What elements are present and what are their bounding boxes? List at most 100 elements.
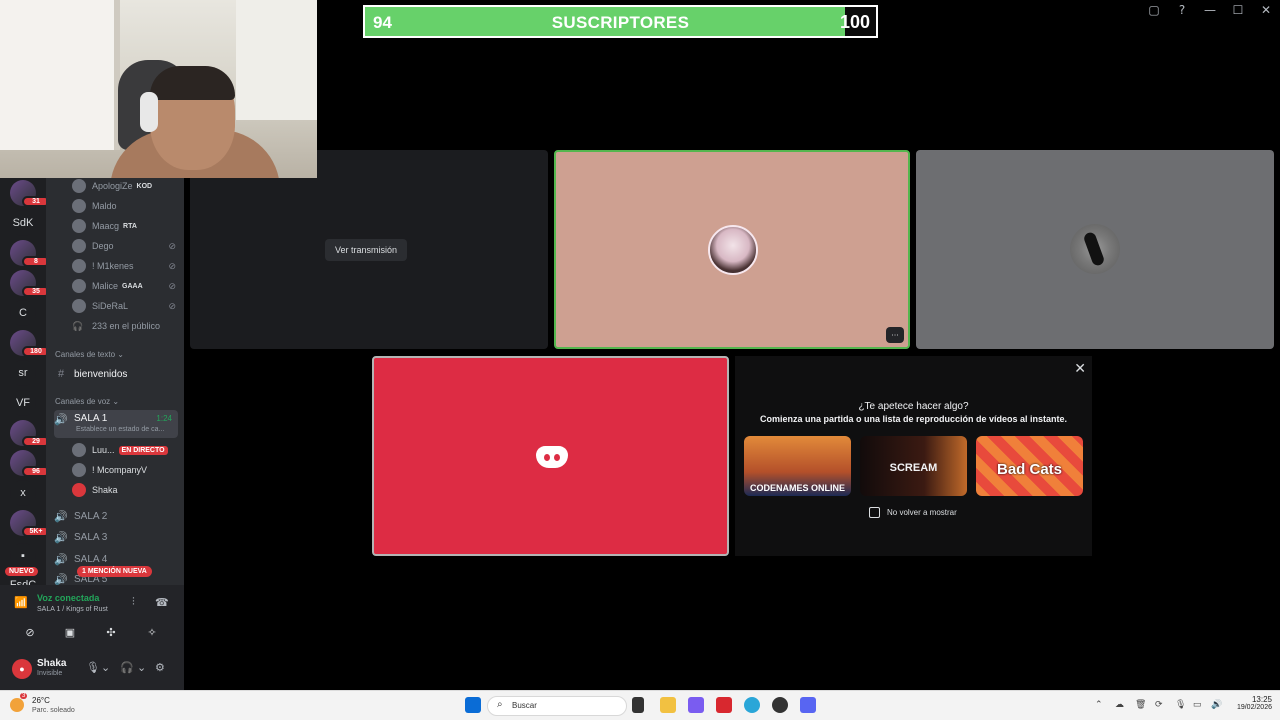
server-icon[interactable]: C [10,300,36,326]
voice-channel-status[interactable]: Establece un estado de ca... [76,426,164,433]
game-card-scream[interactable]: SCREAM [860,436,967,496]
mic-tray-icon[interactable]: 🎙 [1175,699,1186,710]
trash-icon[interactable]: 🗑 [1135,699,1146,710]
avatar [72,259,86,273]
webcam-person-hair [150,66,235,100]
member-name: ApologiZe [92,181,133,191]
maximize-button[interactable]: ☐ [1224,3,1252,17]
watch-stream-button[interactable]: Ver transmisión [325,239,408,261]
inbox-icon[interactable]: ▢ [1140,3,1168,17]
copilot-icon[interactable] [688,697,704,713]
chevron-down-icon[interactable]: ⌄ [137,661,146,674]
participant-tile-grey[interactable] [916,150,1274,349]
office-icon[interactable] [716,697,732,713]
avatar [72,279,86,293]
headphones-icon[interactable]: 🎧 [120,661,134,674]
voice-category-header[interactable]: Canales de voz ⌄ [55,397,119,406]
audience-count[interactable]: 🎧 233 en el público [72,318,182,334]
live-badge: EN DIRECTO [118,445,168,455]
participant-tile-discord[interactable] [372,356,729,556]
stage-member[interactable]: Maldo [72,198,182,214]
participant-avatar [1070,224,1120,274]
voice-channel-sala-3[interactable]: 🔊 SALA 3 [54,527,178,547]
server-icon[interactable]: sr [10,360,36,386]
more-options-button[interactable]: ··· [886,327,904,343]
voice-member-3[interactable]: Shaka [72,481,182,499]
signal-icon[interactable]: 📶 [14,596,28,609]
activities-button[interactable]: ✣ [93,623,129,641]
disconnect-icon[interactable]: ☎ [155,596,169,609]
minimize-button[interactable]: — [1196,3,1224,17]
stage-member[interactable]: ApologiZe KOD [72,178,182,194]
close-icon[interactable]: ✕ [1074,360,1086,377]
weather-temperature: 26°C [32,696,50,705]
close-window-button[interactable]: ✕ [1252,3,1280,17]
settings-gear-icon[interactable]: ⚙ [155,661,165,674]
game-card-bad-cats[interactable]: Bad Cats [976,436,1083,496]
muted-mic-icon: ⊘ [168,260,176,271]
stage-member[interactable]: Malice GAAA ⊘ [72,278,182,294]
participant-tile-pink[interactable]: ··· [554,150,910,349]
server-icon[interactable]: VF [10,390,36,416]
stream-tile[interactable]: Ver transmisión [190,150,548,349]
edge-icon[interactable] [744,697,760,713]
avatar [72,463,86,477]
user-name[interactable]: Shaka [37,658,66,669]
windows-start-icon[interactable] [465,697,481,713]
monitor-icon[interactable]: ▭ [1193,699,1202,710]
chevron-down-icon[interactable]: ⌄ [101,661,110,674]
discord-taskbar-icon[interactable] [800,697,816,713]
server-icon[interactable]: SdK [10,210,36,236]
voice-connected-title[interactable]: Voz conectada [37,593,99,603]
network-icon[interactable]: ☁ [1115,699,1124,710]
speaker-icon: 🔊 [54,553,68,566]
weather-badge: 3 [20,693,28,699]
voice-member-2[interactable]: ! McompanyV [72,461,182,479]
activities-description: Comienza una partida o una lista de repr… [759,414,1068,424]
taskbar-clock[interactable]: 13:25 19/02/2026 [1237,695,1272,711]
task-view-icon[interactable] [632,697,644,713]
voice-connected-channel[interactable]: SALA 1 / Kings of Rust [37,606,108,613]
avatar [72,239,86,253]
new-mention-badge[interactable]: 1 MENCIÓN NUEVA [77,566,152,577]
file-explorer-icon[interactable] [660,697,676,713]
speaker-icon: 🔊 [54,531,68,544]
help-icon[interactable]: ? [1168,3,1196,17]
avatar [72,179,86,193]
weather-description: Parc. soleado [32,707,75,714]
taskbar-search[interactable]: ⌕ Buscar [487,696,627,716]
game-card-codenames[interactable]: CODENAMES ONLINE [744,436,851,496]
voice-member-1[interactable]: Luu... EN DIRECTO [72,441,182,459]
stage-member[interactable]: ! M1kenes ⊘ [72,258,182,274]
user-avatar[interactable]: ● [12,659,32,679]
channel-bienvenidos[interactable]: # bienvenidos [54,364,178,384]
dont-show-label[interactable]: No volver a mostrar [887,508,957,517]
microphone-icon[interactable]: 🎙 [86,661,100,674]
subscriber-label: SUSCRIPTORES [551,13,690,32]
voice-channel-sala-2[interactable]: 🔊 SALA 2 [54,506,178,526]
chrome-icon[interactable] [772,697,788,713]
stage-member[interactable]: Maacg RTA [72,218,182,234]
muted-mic-icon: ⊘ [168,300,176,311]
channel-sidebar: ApologiZe KOD Maldo Maacg RTA Dego ⊘ ! M1kenes ⊘… [46,178,184,585]
camera-off-icon: ⊘ [25,626,35,639]
stage-member[interactable]: Dego ⊘ [72,238,182,254]
voice-channel-sala-1[interactable]: 🔊 SALA 1 1:24 Establece un estado de ca.… [54,410,178,438]
soundboard-icon: ✧ [147,626,157,639]
server-icon[interactable]: x [10,480,36,506]
server-icon[interactable]: ▪ [10,543,36,569]
noise-suppression-icon[interactable]: ⫶ [132,596,135,609]
chevron-up-icon[interactable]: ⌃ [1095,699,1103,710]
camera-off-button[interactable]: ⊘ [12,623,48,641]
soundboard-button[interactable]: ✧ [134,623,170,641]
avatar [72,483,86,497]
volume-icon[interactable]: 🔊 [1211,699,1222,710]
stage-member[interactable]: SiDeRaL ⊘ [72,298,182,314]
sync-icon[interactable]: ⟳ [1155,699,1163,710]
discord-logo-icon [536,446,568,468]
share-screen-button[interactable]: ▣ [52,623,88,641]
dont-show-checkbox[interactable] [869,507,880,518]
text-category-header[interactable]: Canales de texto ⌄ [55,350,124,359]
speaker-icon: 🔊 [54,573,68,586]
member-name: Maacg [92,221,120,231]
